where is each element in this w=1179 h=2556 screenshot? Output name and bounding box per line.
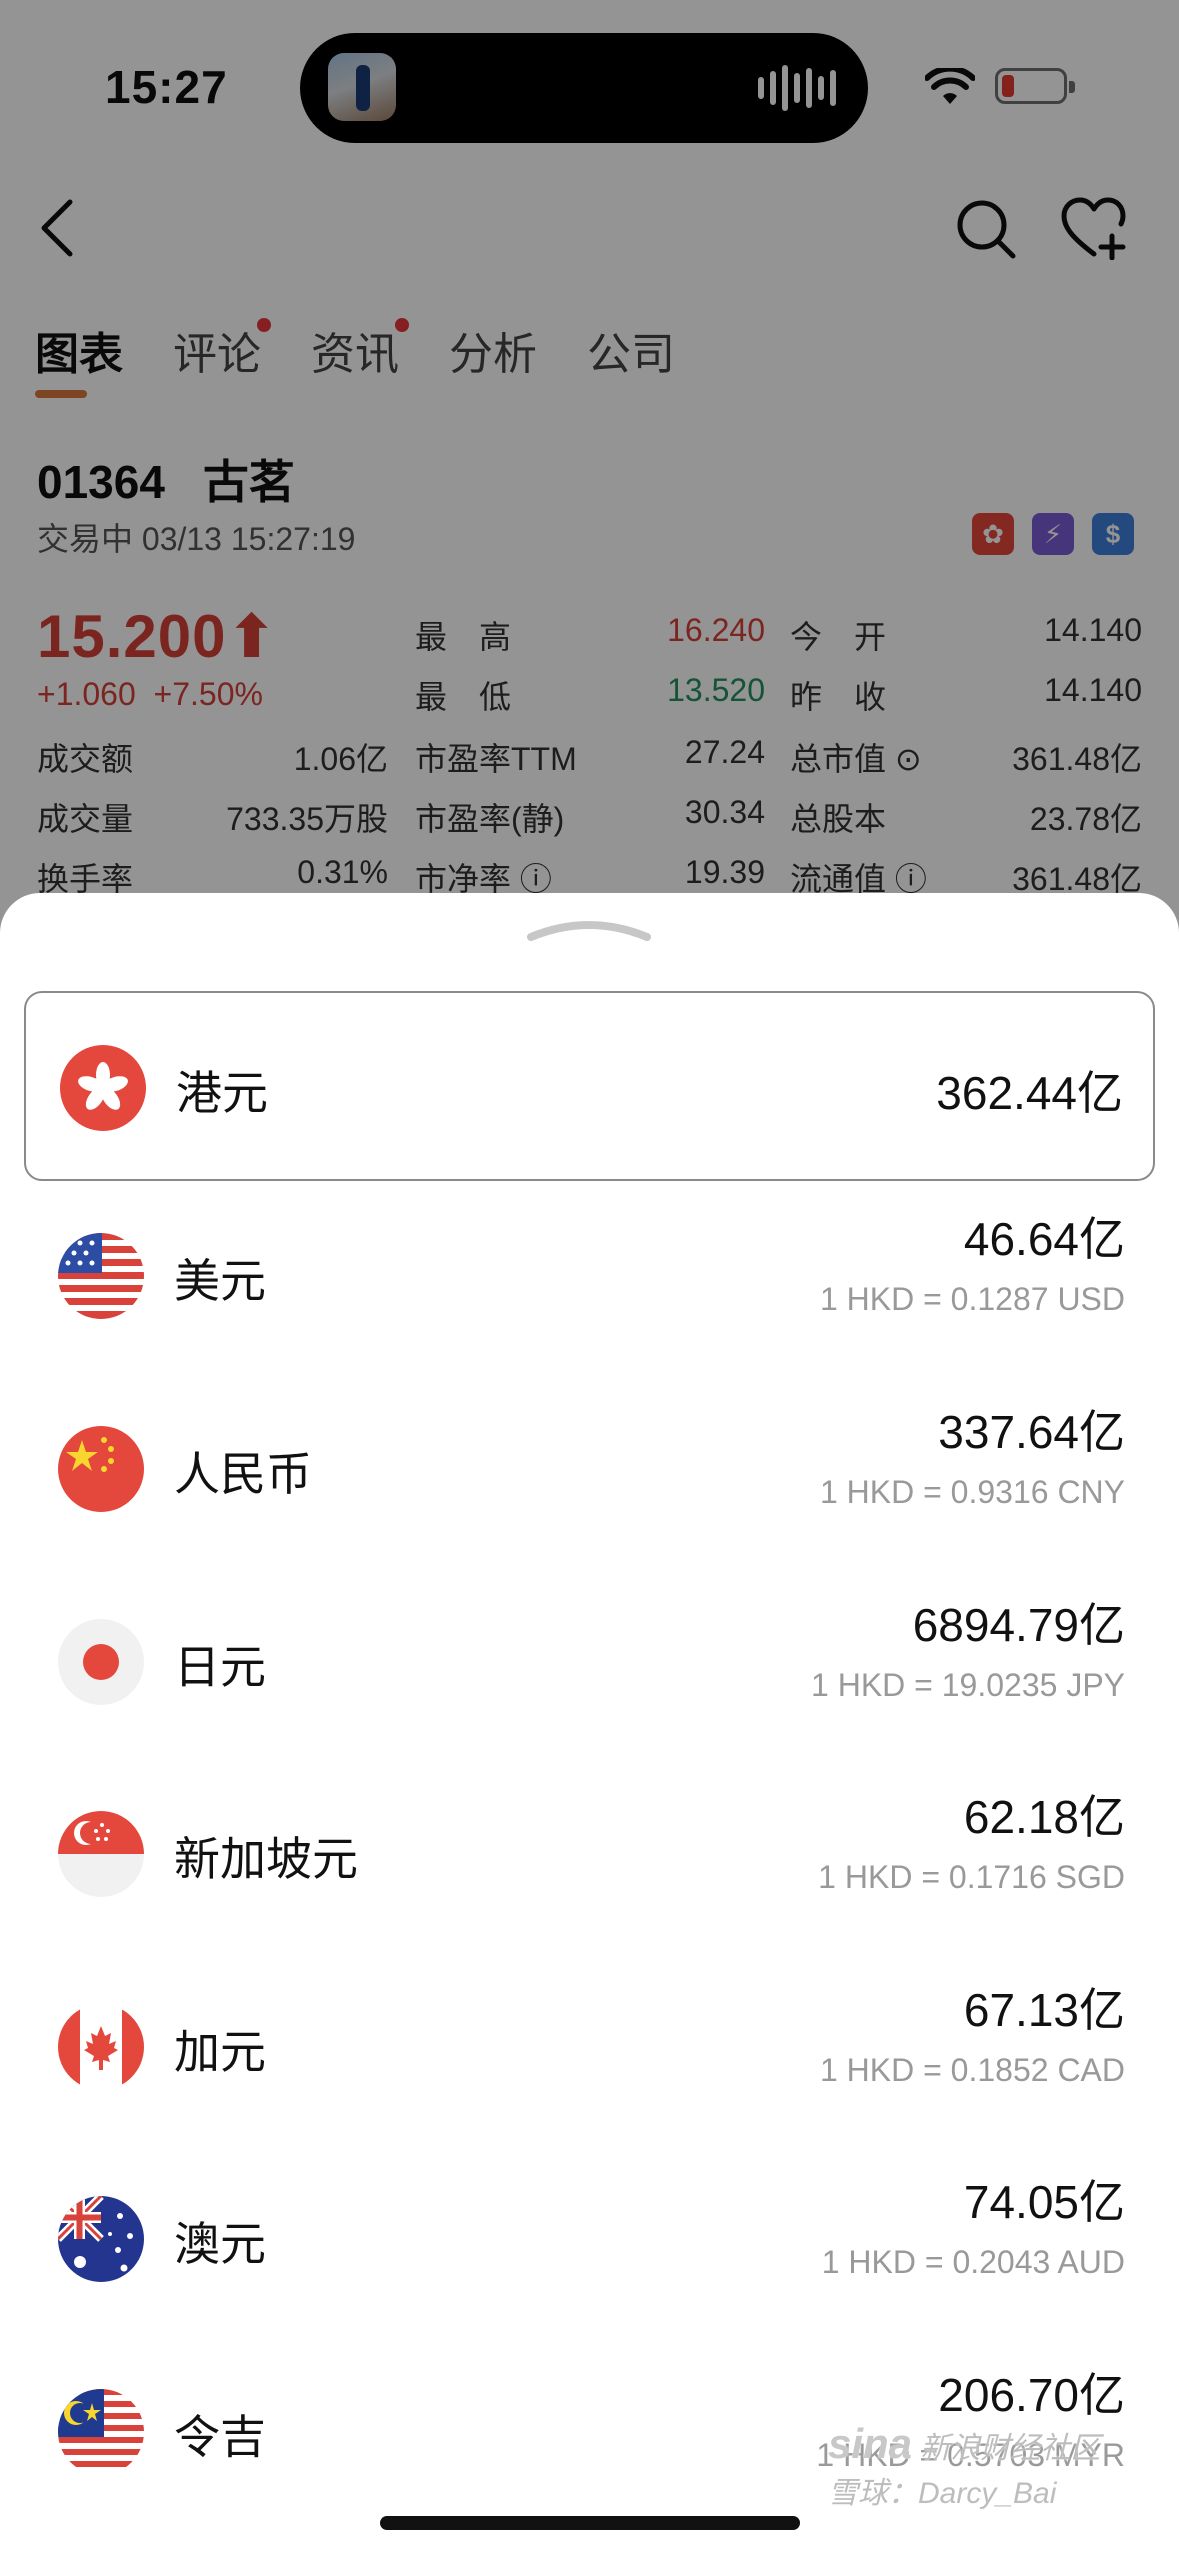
currency-name: 人民币 (174, 1448, 312, 1500)
currency-amount: 6894.79亿 (912, 1599, 1125, 1651)
currency-name: 新加坡元 (174, 1833, 358, 1885)
currency-amount: 62.18亿 (963, 1791, 1125, 1843)
currency-sheet: 港元 362.44亿 美元 46.64亿 1 HKD = 0.1287 USD … (0, 893, 1179, 2556)
currency-amount: 67.13亿 (963, 1984, 1125, 2036)
exchange-rate: 1 HKD = 0.1287 USD (819, 1281, 1125, 1317)
currency-amount: 74.05亿 (963, 2176, 1125, 2228)
cn-flag-icon (58, 1426, 144, 1512)
currency-row-usd[interactable]: 美元 46.64亿 1 HKD = 0.1287 USD (24, 1181, 1155, 1371)
currency-name: 日元 (174, 1641, 266, 1693)
currency-amount: 46.64亿 (963, 1213, 1125, 1265)
us-flag-icon (58, 1233, 144, 1319)
sheet-handle[interactable] (527, 915, 651, 943)
currency-row-cad[interactable]: 加元 67.13亿 1 HKD = 0.1852 CAD (24, 1952, 1155, 2142)
currency-row-jpy[interactable]: 日元 6894.79亿 1 HKD = 19.0235 JPY (24, 1567, 1155, 1757)
jp-flag-icon (58, 1619, 144, 1705)
currency-name: 港元 (176, 1067, 268, 1119)
currency-name: 澳元 (174, 2218, 266, 2270)
currency-row-cny[interactable]: 人民币 337.64亿 1 HKD = 0.9316 CNY (24, 1374, 1155, 1564)
exchange-rate: 1 HKD = 0.2043 AUD (821, 2244, 1125, 2280)
exchange-rate: 1 HKD = 0.1716 SGD (818, 1859, 1125, 1895)
currency-amount: 206.70亿 (938, 2369, 1125, 2421)
watermark: sina 新浪财经社区 雪球：Darcy_Bai (828, 2420, 1101, 2510)
ca-flag-icon (58, 2004, 144, 2090)
home-indicator[interactable] (380, 2516, 800, 2530)
currency-row-sgd[interactable]: 新加坡元 62.18亿 1 HKD = 0.1716 SGD (24, 1759, 1155, 1949)
currency-amount: 362.44亿 (936, 1067, 1123, 1119)
currency-row-aud[interactable]: 澳元 74.05亿 1 HKD = 0.2043 AUD (24, 2144, 1155, 2334)
exchange-rate: 1 HKD = 0.9316 CNY (819, 1474, 1125, 1510)
exchange-rate: 1 HKD = 19.0235 JPY (811, 1667, 1125, 1703)
sg-flag-icon (58, 1811, 144, 1897)
currency-name: 美元 (174, 1255, 266, 1307)
hk-flag-icon (60, 1045, 146, 1131)
currency-name: 加元 (174, 2026, 266, 2078)
currency-amount: 337.64亿 (938, 1406, 1125, 1458)
au-flag-icon (58, 2196, 144, 2282)
exchange-rate: 1 HKD = 0.1852 CAD (819, 2052, 1125, 2088)
my-flag-icon (58, 2389, 144, 2475)
currency-name: 令吉 (174, 2411, 266, 2463)
currency-row-hkd[interactable]: 港元 362.44亿 (24, 991, 1155, 1181)
